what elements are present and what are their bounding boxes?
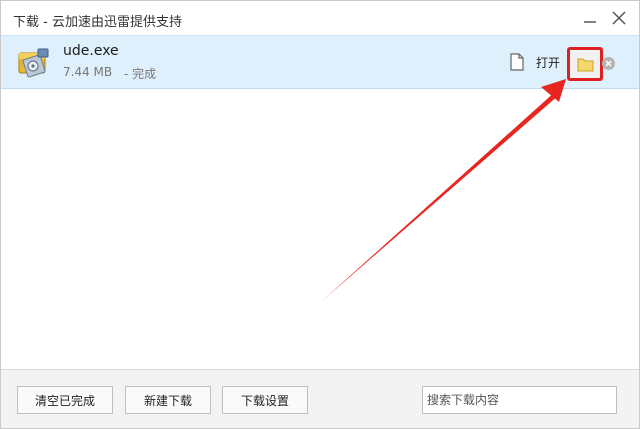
footer-toolbar: 清空已完成 新建下载 下载设置 — [1, 369, 639, 428]
window-title: 下载 - 云加速由迅雷提供支持 — [13, 15, 182, 30]
download-window: 下载 - 云加速由迅雷提供支持 ude.exe 7.44 MB - 完成 打开 … — [0, 0, 640, 429]
download-item[interactable]: ude.exe 7.44 MB - 完成 打开 — [1, 35, 639, 89]
clear-completed-button[interactable]: 清空已完成 — [17, 386, 113, 414]
installer-file-icon — [16, 44, 52, 80]
minimize-icon — [584, 21, 596, 23]
download-settings-button[interactable]: 下载设置 — [222, 386, 308, 414]
minimize-button[interactable] — [579, 7, 601, 29]
close-button[interactable] — [608, 7, 630, 29]
new-download-button[interactable]: 新建下载 — [125, 386, 211, 414]
close-icon — [612, 11, 626, 25]
file-name[interactable]: ude.exe — [63, 43, 119, 59]
download-status: - 完成 — [124, 67, 157, 81]
delete-circle-icon[interactable] — [601, 56, 616, 71]
folder-icon — [577, 58, 594, 72]
search-input[interactable] — [422, 386, 617, 414]
open-file-button[interactable]: 打开 — [536, 54, 560, 71]
document-icon[interactable] — [509, 53, 525, 71]
file-size: 7.44 MB — [63, 65, 113, 79]
open-folder-button[interactable] — [567, 47, 603, 81]
title-bar: 下载 - 云加速由迅雷提供支持 — [1, 1, 639, 35]
